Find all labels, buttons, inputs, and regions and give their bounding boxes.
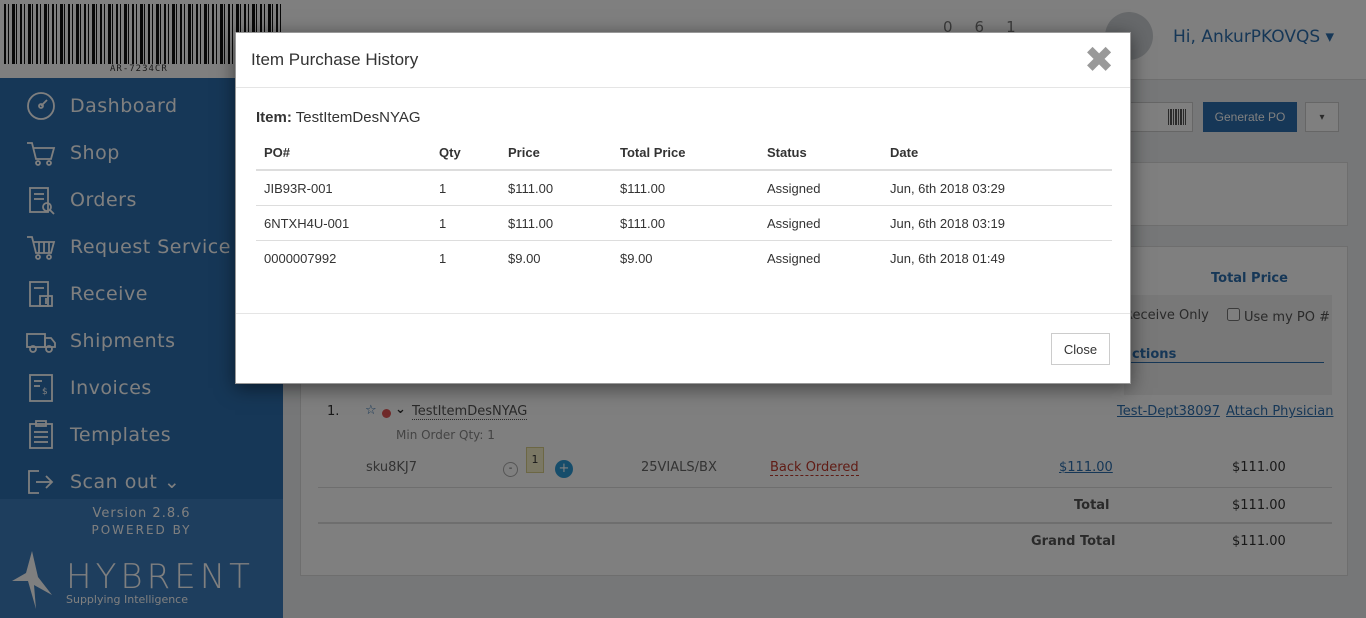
cell-po: 6NTXH4U-001: [256, 205, 431, 241]
close-icon[interactable]: ✖: [1084, 43, 1114, 79]
cell-date: Jun, 6th 2018 03:29: [882, 170, 1112, 206]
cell-qty: 1: [431, 205, 500, 241]
column-header-price: Price: [500, 135, 612, 171]
cell-po: JIB93R-001: [256, 170, 431, 206]
cell-price: $111.00: [500, 205, 612, 241]
table-row: 0000007992 1 $9.00 $9.00 Assigned Jun, 6…: [256, 241, 1112, 276]
item-label: Item:: [256, 109, 292, 126]
cell-po: 0000007992: [264, 251, 337, 267]
cell-status: Assigned: [759, 170, 882, 206]
modal-footer: Close: [236, 313, 1130, 383]
column-header-qty: Qty: [431, 135, 500, 171]
column-header-date: Date: [882, 135, 1112, 171]
item-purchase-history-modal: Item Purchase History ✖ Item: TestItemDe…: [235, 32, 1131, 384]
cell-total-price: $111.00: [612, 170, 759, 206]
table-header-row: PO# Qty Price Total Price Status Date: [256, 135, 1112, 171]
table-row: JIB93R-001 1 $111.00 $111.00 Assigned Ju…: [256, 170, 1112, 206]
cell-status: Assigned: [759, 205, 882, 241]
item-name: TestItemDesNYAG: [295, 109, 421, 126]
cell-price: $9.00: [508, 251, 541, 267]
column-header-total-price: Total Price: [612, 135, 759, 171]
modal-body: Item: TestItemDesNYAG PO# Qty Price Tota…: [256, 109, 1112, 266]
column-header-status: Status: [759, 135, 882, 171]
modal-title: Item Purchase History: [251, 50, 419, 69]
cell-qty: 1: [431, 170, 500, 206]
cell-total-price: $9.00: [620, 251, 653, 267]
close-button[interactable]: Close: [1051, 333, 1110, 365]
table-row: 6NTXH4U-001 1 $111.00 $111.00 Assigned J…: [256, 205, 1112, 241]
cell-qty: 1: [439, 251, 447, 267]
modal-header: Item Purchase History ✖: [236, 33, 1130, 88]
cell-date: Jun, 6th 2018 03:19: [882, 205, 1112, 241]
cell-status: Assigned: [767, 251, 821, 267]
purchase-history-table: PO# Qty Price Total Price Status Date JI…: [256, 135, 1112, 276]
cell-price: $111.00: [500, 170, 612, 206]
column-header-po: PO#: [256, 135, 431, 171]
item-line: Item: TestItemDesNYAG: [256, 109, 1112, 126]
cell-date: Jun, 6th 2018 01:49: [890, 251, 1005, 267]
cell-total-price: $111.00: [612, 205, 759, 241]
